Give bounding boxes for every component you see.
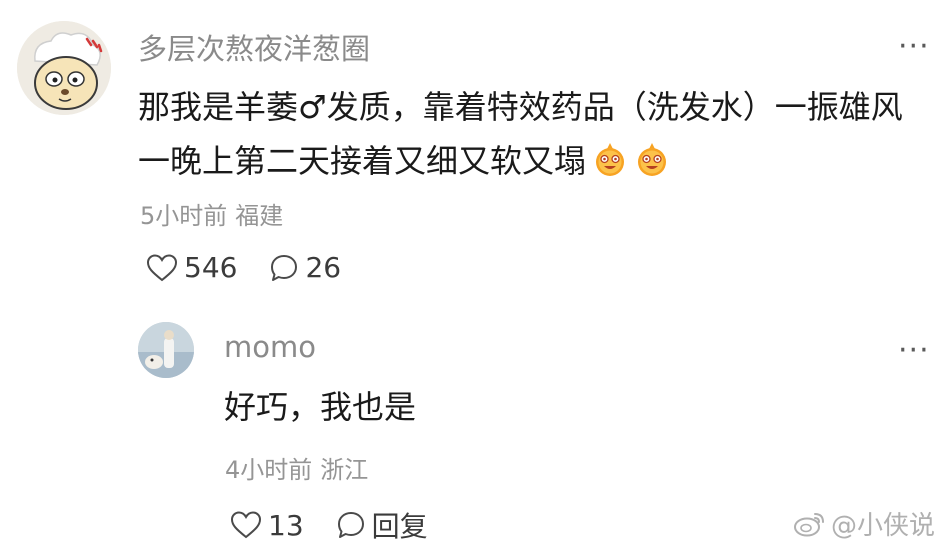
comment-icon <box>337 512 364 538</box>
avatar[interactable] <box>138 322 194 378</box>
watermark: @小侠说 <box>793 505 935 542</box>
reply-button[interactable]: 回复 <box>336 505 428 545</box>
reply-location: 浙江 <box>320 456 369 484</box>
avatar[interactable] <box>17 21 111 115</box>
comment-location: 福建 <box>235 202 284 230</box>
more-icon[interactable]: ··· <box>898 32 930 62</box>
comment-icon <box>271 254 298 281</box>
like-button[interactable]: 546 <box>146 251 237 284</box>
photo-avatar-icon <box>138 322 194 378</box>
reply-time: 4小时前 <box>225 456 313 484</box>
sheep-avatar-icon <box>17 21 111 115</box>
reply-actions: 13 回复 <box>230 505 428 545</box>
heart-icon <box>230 511 262 539</box>
comment-meta: 5小时前 福建 <box>140 196 283 231</box>
reply-count-button[interactable]: 26 <box>269 251 341 284</box>
comment-line-2-wrap: 一晚上第二天接着又细又软又塌 <box>138 134 933 188</box>
reply-label: 回复 <box>371 510 428 543</box>
comment-thread: 多层次熬夜洋葱圈 ··· 那我是羊萎♂发质，靠着特效药品（洗发水）一振雄风 一晚… <box>0 0 947 545</box>
reply-count: 26 <box>305 251 342 284</box>
laugh-emoji <box>638 143 667 176</box>
watermark-text: @小侠说 <box>830 511 935 541</box>
like-button[interactable]: 13 <box>230 509 304 542</box>
comment-time: 5小时前 <box>140 202 228 230</box>
reply-username[interactable]: momo <box>224 330 316 364</box>
comment-username[interactable]: 多层次熬夜洋葱圈 <box>138 26 370 68</box>
comment-line-2: 一晚上第二天接着又细又软又塌 <box>138 142 587 180</box>
like-count: 13 <box>268 508 304 542</box>
heart-icon <box>146 253 178 281</box>
laugh-emoji <box>596 143 625 176</box>
comment-content: 那我是羊萎♂发质，靠着特效药品（洗发水）一振雄风 一晚上第二天接着又细又软又塌 <box>138 80 933 188</box>
comment-actions: 546 26 <box>146 251 341 284</box>
weibo-icon <box>793 512 824 536</box>
comment-line-1: 那我是羊萎♂发质，靠着特效药品（洗发水）一振雄风 <box>138 88 903 126</box>
reply-meta: 4小时前 浙江 <box>225 450 368 485</box>
more-icon[interactable]: ··· <box>898 336 930 366</box>
like-count: 546 <box>184 251 238 284</box>
reply-content: 好巧，我也是 <box>224 388 417 426</box>
